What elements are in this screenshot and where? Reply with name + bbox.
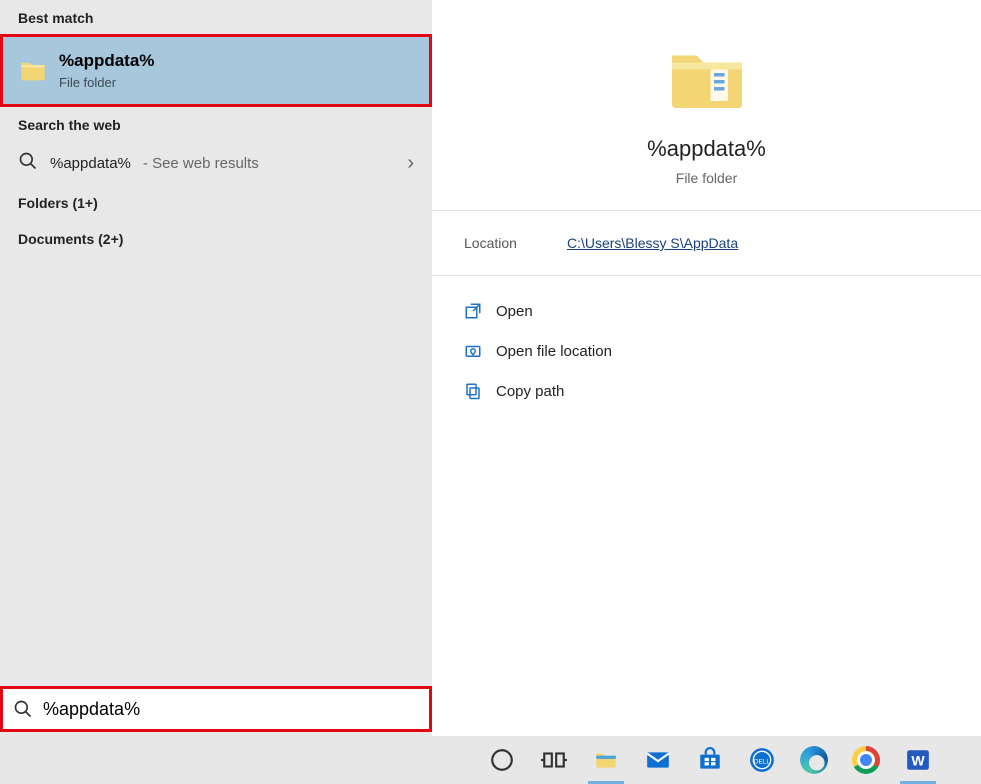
best-match-header: Best match [0, 0, 432, 34]
preview-subtitle: File folder [452, 170, 961, 186]
best-match-title: %appdata% [59, 51, 154, 71]
action-label: Copy path [496, 383, 564, 400]
best-match-subtitle: File folder [59, 75, 154, 90]
location-label: Location [464, 235, 517, 251]
best-match-item[interactable]: %appdata% File folder [0, 34, 432, 107]
action-label: Open file location [496, 343, 612, 360]
edge-icon[interactable] [790, 736, 838, 784]
action-open-file-location[interactable]: Open file location [456, 334, 957, 368]
web-search-query: %appdata% [50, 155, 131, 172]
search-bar[interactable] [0, 686, 432, 732]
taskbar: DELL W [0, 736, 981, 784]
svg-text:DELL: DELL [754, 758, 771, 765]
chrome-icon[interactable] [842, 736, 890, 784]
search-icon [13, 699, 33, 719]
search-web-header: Search the web [0, 107, 432, 141]
location-pin-icon [464, 342, 482, 360]
preview-title: %appdata% [452, 136, 961, 162]
web-search-hint: - See web results [143, 155, 259, 172]
word-icon[interactable]: W [894, 736, 942, 784]
task-view-icon[interactable] [530, 736, 578, 784]
category-documents[interactable]: Documents (2+) [0, 221, 432, 257]
folder-icon [665, 38, 749, 122]
results-panel: Best match %appdata% File folder Search … [0, 0, 432, 784]
folder-icon [19, 57, 47, 85]
location-row: Location C:\Users\Blessy S\AppData [432, 211, 981, 276]
copy-icon [464, 382, 482, 400]
action-open[interactable]: Open [456, 294, 957, 328]
mail-icon[interactable] [634, 736, 682, 784]
action-label: Open [496, 303, 533, 320]
category-folders[interactable]: Folders (1+) [0, 185, 432, 221]
store-icon[interactable] [686, 736, 734, 784]
svg-text:W: W [911, 752, 925, 768]
search-input[interactable] [43, 699, 419, 720]
location-link[interactable]: C:\Users\Blessy S\AppData [567, 235, 738, 251]
open-icon [464, 302, 482, 320]
dell-app-icon[interactable]: DELL [738, 736, 786, 784]
chevron-right-icon: › [407, 152, 414, 175]
action-copy-path[interactable]: Copy path [456, 374, 957, 408]
cortana-icon[interactable] [478, 736, 526, 784]
preview-panel: %appdata% File folder Location C:\Users\… [432, 0, 981, 784]
web-search-item[interactable]: %appdata% - See web results › [0, 141, 432, 185]
search-icon [18, 151, 38, 175]
file-explorer-icon[interactable] [582, 736, 630, 784]
